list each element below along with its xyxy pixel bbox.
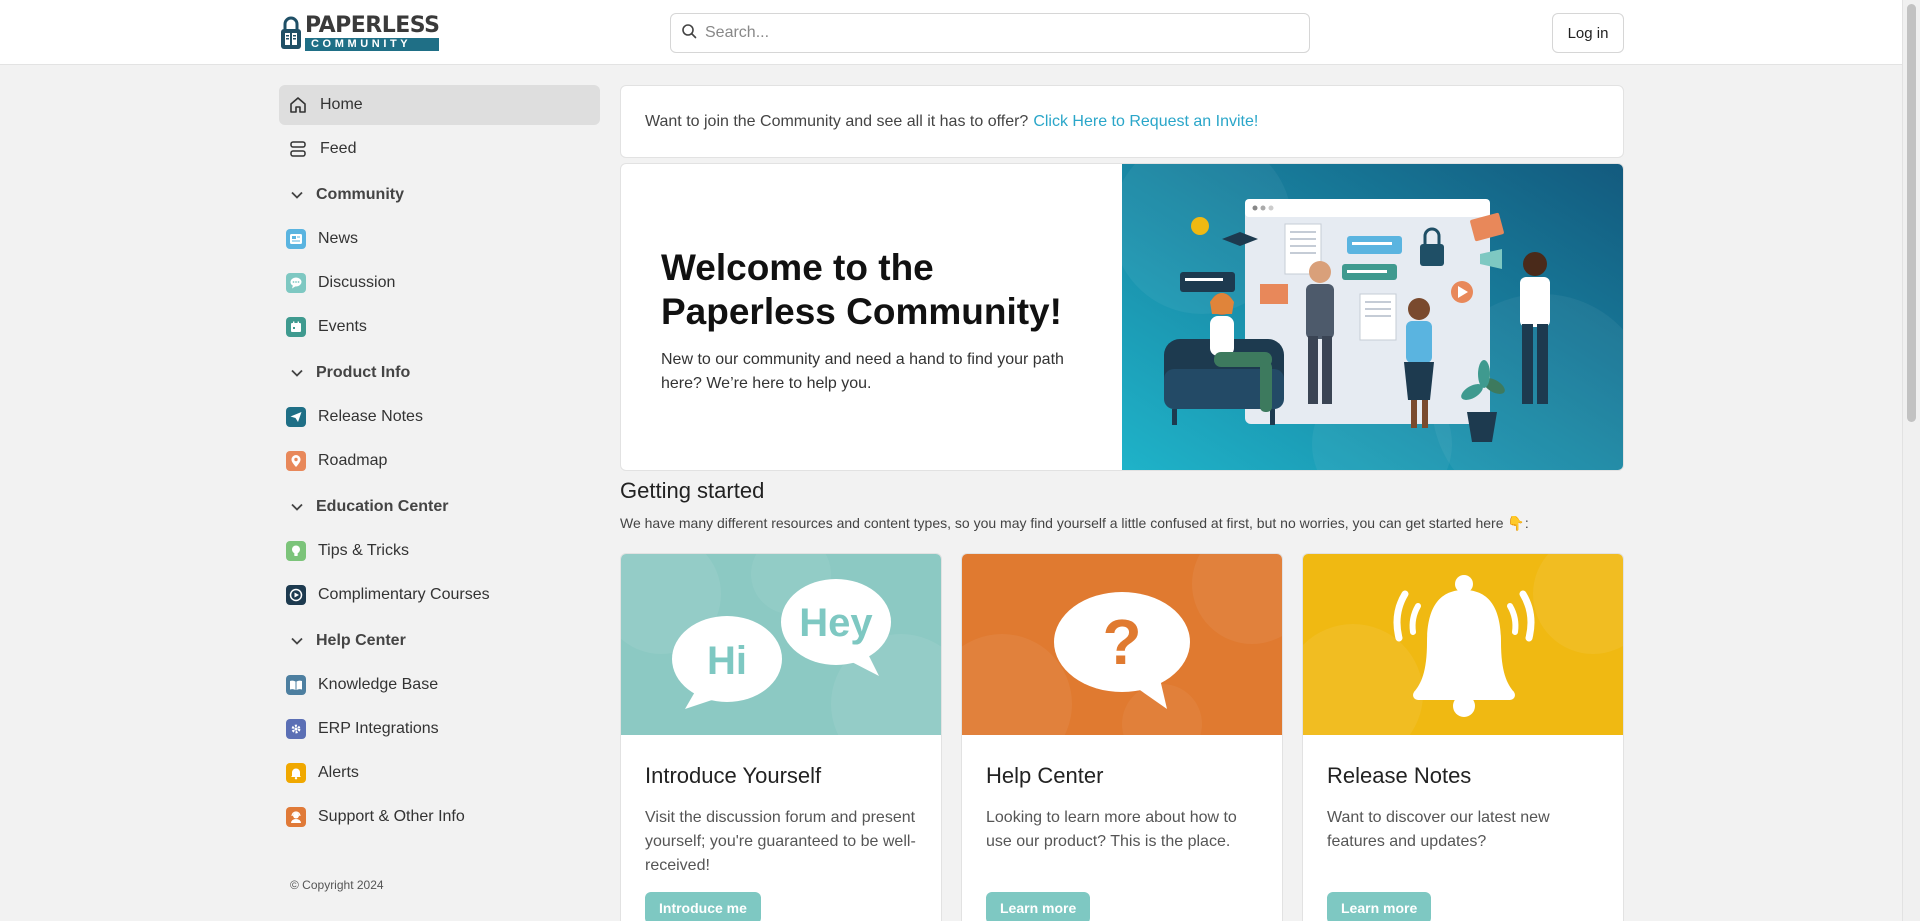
map-pin-icon: [286, 451, 306, 471]
hero-subtitle: New to our community and need a hand to …: [661, 351, 1064, 392]
lock-icon: [280, 16, 302, 50]
card-description: Want to discover our latest new features…: [1327, 809, 1550, 850]
card-title: Help Center: [986, 763, 1104, 788]
section-title: Product Info: [316, 364, 411, 381]
section-community[interactable]: Community: [279, 175, 600, 215]
sidebar-item-label: Support & Other Info: [318, 808, 465, 825]
welcome-hero: Welcome to the Paperless Community! New …: [620, 163, 1624, 471]
svg-text:Hey: Hey: [799, 601, 873, 645]
book-icon: [286, 675, 306, 695]
sidebar-item-release-notes[interactable]: Release Notes: [279, 397, 600, 437]
sidebar-item-label: Tips & Tricks: [318, 542, 409, 559]
question-bubble-icon: ?: [962, 554, 1282, 735]
sidebar-item-home[interactable]: Home: [279, 85, 600, 125]
lightbulb-icon: [286, 541, 306, 561]
sidebar-item-label: Alerts: [318, 764, 359, 781]
sidebar-item-label: Roadmap: [318, 452, 388, 469]
chevron-down-icon: [291, 637, 303, 645]
sidebar-item-events[interactable]: Events: [279, 307, 600, 347]
bell-ringing-icon: [1303, 554, 1623, 735]
card-title: Release Notes: [1327, 763, 1472, 788]
card-title: Introduce Yourself: [645, 763, 822, 788]
sidebar-item-label: ERP Integrations: [318, 720, 439, 737]
search-icon: [681, 23, 697, 44]
paperless-community-logo[interactable]: PAPERLESS COMMUNITY: [280, 13, 440, 51]
hero-title-line1: Welcome to the: [661, 247, 934, 288]
sidebar-item-label: Knowledge Base: [318, 676, 439, 693]
section-title: Help Center: [316, 632, 406, 649]
section-education-center[interactable]: Education Center: [279, 487, 600, 527]
sidebar-item-label: News: [318, 230, 359, 247]
speech-bubbles-icon: Hey Hi: [621, 554, 941, 735]
news-icon: [286, 229, 306, 249]
section-title: Education Center: [316, 498, 449, 515]
hero-illustration: [1112, 164, 1623, 470]
card-release-notes[interactable]: Release Notes Want to discover our lates…: [1302, 553, 1624, 921]
sidebar-item-alerts[interactable]: Alerts: [279, 753, 600, 793]
bell-icon: [286, 763, 306, 783]
sidebar-item-erp-integrations[interactable]: ERP Integrations: [279, 709, 600, 749]
support-icon: [286, 807, 306, 827]
sidebar-item-support[interactable]: Support & Other Info: [279, 797, 600, 837]
hero-title: Welcome to the Paperless Community!: [661, 246, 1081, 334]
introduce-me-button[interactable]: Introduce me: [645, 892, 761, 921]
feed-icon: [288, 139, 308, 159]
learn-more-button[interactable]: Learn more: [986, 892, 1091, 921]
copyright-text: © Copyright 2024: [290, 878, 384, 892]
sidebar-item-label: Feed: [320, 140, 357, 157]
sidebar-item-label: Events: [318, 318, 367, 335]
play-icon: [286, 585, 306, 605]
invite-banner: Want to join the Community and see all i…: [620, 85, 1624, 158]
sidebar-item-label: Complimentary Courses: [318, 586, 490, 603]
section-product-info[interactable]: Product Info: [279, 353, 600, 393]
card-introduce-yourself[interactable]: Hey Hi Introduce Yourself Visit the disc…: [620, 553, 942, 921]
sidebar-item-complimentary-courses[interactable]: Complimentary Courses: [279, 575, 600, 615]
logo-wordmark-bottom: COMMUNITY: [305, 38, 440, 51]
learn-more-button[interactable]: Learn more: [1327, 892, 1432, 921]
scrollbar-thumb[interactable]: [1907, 4, 1916, 422]
chevron-down-icon: [291, 503, 303, 511]
sidebar-item-label: Release Notes: [318, 408, 423, 425]
sidebar-item-discussion[interactable]: Discussion: [279, 263, 600, 303]
paper-plane-icon: [286, 407, 306, 427]
sidebar-item-tips-tricks[interactable]: Tips & Tricks: [279, 531, 600, 571]
page-scrollbar[interactable]: [1902, 0, 1920, 921]
invite-text: Want to join the Community and see all i…: [645, 112, 1029, 130]
logo-wordmark-top: PAPERLESS: [305, 13, 440, 38]
svg-text:?: ?: [1102, 606, 1141, 678]
card-description: Visit the discussion forum and present y…: [645, 809, 916, 874]
sidebar-item-knowledge-base[interactable]: Knowledge Base: [279, 665, 600, 705]
search-input[interactable]: [705, 24, 1265, 42]
getting-started-description: We have many different resources and con…: [620, 515, 1529, 531]
svg-text:Hi: Hi: [707, 639, 747, 683]
gear-icon: [286, 719, 306, 739]
hero-title-line2: Paperless Community!: [661, 291, 1062, 332]
getting-started-title: Getting started: [620, 478, 765, 503]
chevron-down-icon: [291, 369, 303, 377]
home-icon: [288, 95, 308, 115]
card-help-center[interactable]: ? Help Center Looking to learn more abou…: [961, 553, 1283, 921]
sidebar-item-feed[interactable]: Feed: [279, 129, 600, 169]
sidebar-item-label: Home: [320, 96, 363, 113]
section-title: Community: [316, 186, 404, 203]
events-icon: [286, 317, 306, 337]
top-bar: PAPERLESS COMMUNITY Log in: [0, 0, 1920, 65]
card-description: Looking to learn more about how to use o…: [986, 809, 1237, 850]
search-box[interactable]: [670, 13, 1310, 53]
sidebar-item-news[interactable]: News: [279, 219, 600, 259]
login-button[interactable]: Log in: [1552, 13, 1624, 53]
discussion-icon: [286, 273, 306, 293]
sidebar-item-label: Discussion: [318, 274, 396, 291]
sidebar-item-roadmap[interactable]: Roadmap: [279, 441, 600, 481]
chevron-down-icon: [291, 191, 303, 199]
section-help-center[interactable]: Help Center: [279, 621, 600, 661]
request-invite-link[interactable]: Click Here to Request an Invite!: [1033, 113, 1258, 131]
sidebar: Home Feed Community News Discussion Even…: [279, 85, 600, 892]
